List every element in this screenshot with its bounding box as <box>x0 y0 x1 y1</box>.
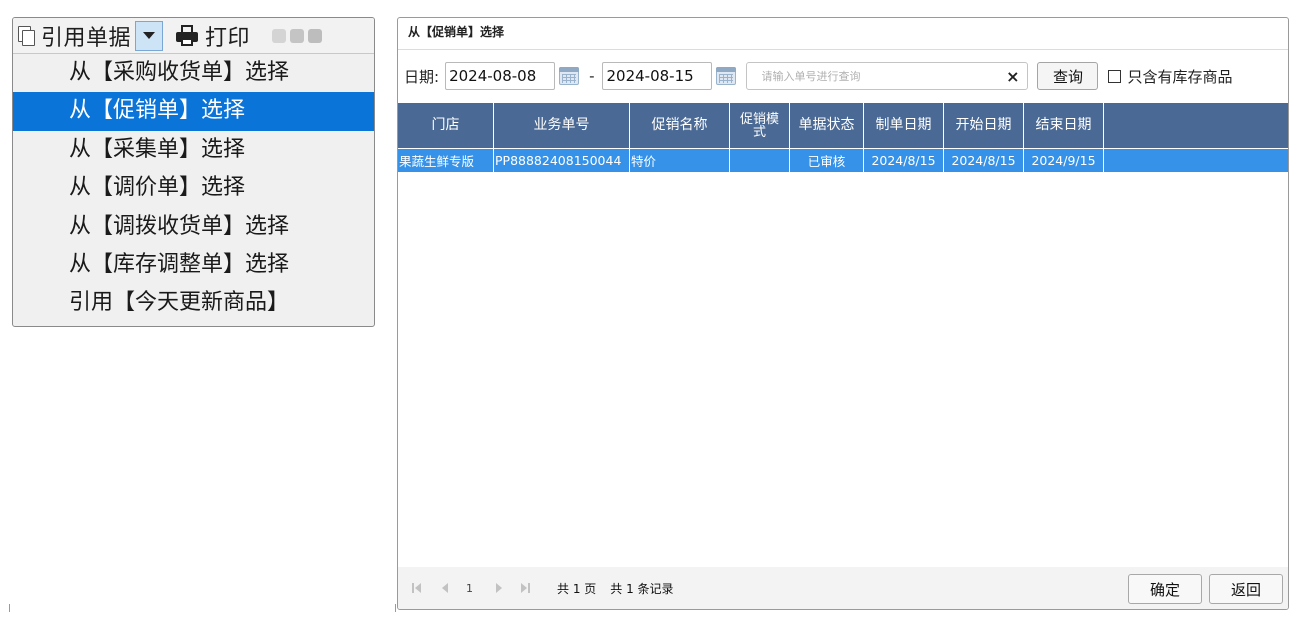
pagination-bar: 1 共 1 页 共 1 条记录 确定 返回 <box>398 567 1288 609</box>
cite-document-dropdown: 引用单据 打印 从【采购收货单】选择 从【促销单】选择 从【采集单】选择 从【调… <box>12 17 375 327</box>
cell-promo-mode <box>730 149 790 172</box>
next-page-icon[interactable] <box>493 582 507 594</box>
column-header-created-date[interactable]: 制单日期 <box>864 103 944 148</box>
cite-document-label: 引用单据 <box>41 25 132 51</box>
checkbox-icon[interactable] <box>1108 69 1122 83</box>
cite-menu-list: 从【采购收货单】选择 从【促销单】选择 从【采集单】选择 从【调价单】选择 从【… <box>13 54 374 323</box>
dialog-title: 从【促销单】选择 <box>398 18 1288 50</box>
divider-tick <box>395 604 396 612</box>
date-label: 日期: <box>404 67 440 86</box>
column-header-filler <box>1104 103 1288 148</box>
doc-no-search-box: × <box>746 62 1029 90</box>
date-range-separator: - <box>589 67 595 85</box>
column-header-start-date[interactable]: 开始日期 <box>944 103 1024 148</box>
table-row[interactable]: 果蔬生鲜专版 PP88882408150044 特价 已审核 2024/8/15… <box>398 148 1288 172</box>
column-header-end-date[interactable]: 结束日期 <box>1024 103 1104 148</box>
menu-toolbar: 引用单据 打印 <box>13 18 374 54</box>
back-button[interactable]: 返回 <box>1209 574 1283 604</box>
column-header-status[interactable]: 单据状态 <box>790 103 864 148</box>
menu-item-promotion[interactable]: 从【促销单】选择 <box>13 92 374 131</box>
cell-promo-name: 特价 <box>630 149 730 172</box>
menu-item-transfer-receipt[interactable]: 从【调拨收货单】选择 <box>13 208 374 246</box>
cell-doc-no: PP88882408150044 <box>494 149 630 172</box>
last-page-icon[interactable] <box>519 582 533 594</box>
current-page-number[interactable]: 1 <box>466 582 473 595</box>
menu-item-stock-adjust[interactable]: 从【库存调整单】选择 <box>13 246 374 284</box>
stock-only-label: 只含有库存商品 <box>1127 67 1233 86</box>
column-header-promo-name[interactable]: 促销名称 <box>630 103 730 148</box>
cite-document-button[interactable]: 引用单据 <box>13 18 131 53</box>
clear-icon[interactable]: × <box>1006 67 1019 86</box>
first-page-icon[interactable] <box>412 582 426 594</box>
print-button[interactable]: 打印 <box>163 18 250 53</box>
cite-dropdown-toggle[interactable] <box>135 20 164 51</box>
blurred-toolbar-item <box>272 28 323 43</box>
stock-only-checkbox[interactable]: 只含有库存商品 <box>1108 66 1233 87</box>
cell-status: 已审核 <box>790 149 864 172</box>
total-records-text: 共 1 条记录 <box>610 581 674 596</box>
menu-item-collection[interactable]: 从【采集单】选择 <box>13 131 374 169</box>
date-from-input[interactable] <box>445 62 556 90</box>
cell-start-date: 2024/8/15 <box>944 149 1024 172</box>
date-to-input[interactable] <box>602 62 713 90</box>
cell-filler <box>1104 149 1288 172</box>
prev-page-icon[interactable] <box>438 582 452 594</box>
confirm-button[interactable]: 确定 <box>1128 574 1202 604</box>
table-header: 门店 业务单号 促销名称 促销模式 单据状态 制单日期 开始日期 结束日期 <box>398 103 1288 148</box>
caret-down-icon <box>143 32 156 39</box>
menu-item-today-updated[interactable]: 引用【今天更新商品】 <box>13 284 374 322</box>
filter-bar: 日期: - × 查询 只含有库存商品 <box>398 50 1288 102</box>
menu-item-price-adjust[interactable]: 从【调价单】选择 <box>13 169 374 207</box>
cell-end-date: 2024/9/15 <box>1024 149 1104 172</box>
doc-no-search-input[interactable] <box>761 69 992 83</box>
column-header-store[interactable]: 门店 <box>398 103 494 148</box>
printer-icon <box>175 24 199 47</box>
query-button[interactable]: 查询 <box>1037 62 1099 90</box>
document-copy-icon <box>17 25 37 47</box>
promotion-select-dialog: 从【促销单】选择 日期: - × 查询 只含有库存商品 门店 业务单号 促销名称… <box>397 17 1289 610</box>
column-header-doc-no[interactable]: 业务单号 <box>494 103 630 148</box>
column-header-promo-mode[interactable]: 促销模式 <box>730 103 790 148</box>
total-pages-text: 共 1 页 <box>557 581 597 596</box>
divider-tick <box>9 604 10 612</box>
calendar-icon[interactable] <box>716 67 737 85</box>
promotion-table: 门店 业务单号 促销名称 促销模式 单据状态 制单日期 开始日期 结束日期 果蔬… <box>398 103 1288 172</box>
cell-store: 果蔬生鲜专版 <box>398 149 494 172</box>
menu-item-purchase-receipt[interactable]: 从【采购收货单】选择 <box>13 54 374 92</box>
print-label: 打印 <box>205 25 251 51</box>
calendar-icon[interactable] <box>559 67 580 85</box>
cell-created-date: 2024/8/15 <box>864 149 944 172</box>
